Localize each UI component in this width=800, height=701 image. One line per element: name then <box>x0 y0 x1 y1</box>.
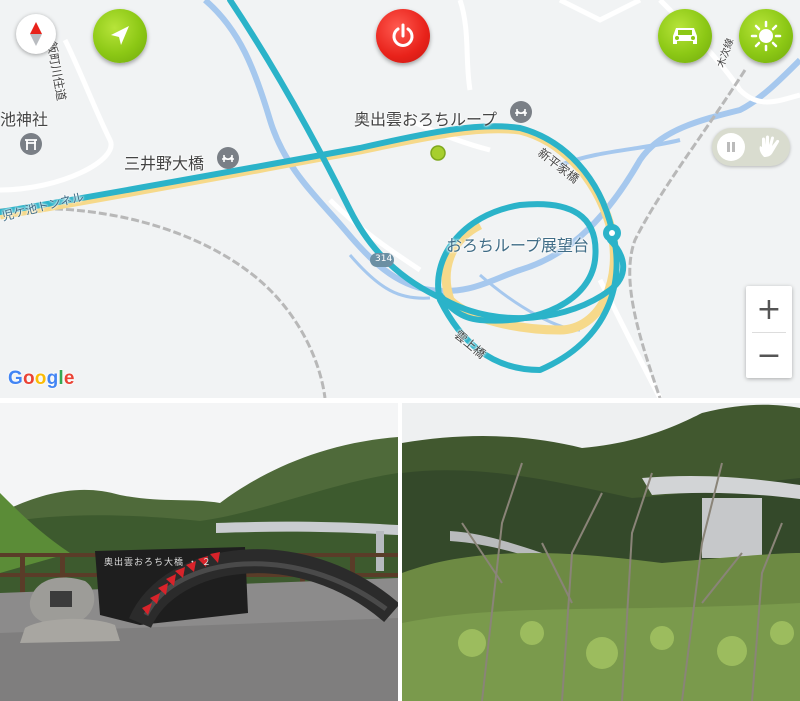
google-letter-o2: o <box>34 368 47 389</box>
car-icon <box>673 28 697 44</box>
photo-monument[interactable]: 奥出雲おろち大橋 ・ ２ <box>0 403 398 701</box>
app-root: 飯町川住道 池神社 三井野大橋 奥出雲おろちループ 新平家橋 おろちループ展望台… <box>0 0 800 701</box>
monument-sign-text: 奥出雲おろち大橋 ・ ２ <box>104 558 212 568</box>
google-letter-g: G <box>8 368 23 389</box>
zoom-divider <box>752 332 786 333</box>
photo-bridge[interactable] <box>402 403 800 701</box>
power-button[interactable] <box>376 9 430 63</box>
map-view[interactable]: 飯町川住道 池神社 三井野大橋 奥出雲おろちループ 新平家橋 おろちループ展望台… <box>0 0 800 398</box>
loop-bridge-icon <box>510 101 532 123</box>
bridge-glyph-icon-2 <box>515 109 527 116</box>
route-number-label: 314 <box>375 254 393 264</box>
google-letter-e: e <box>63 368 75 389</box>
navigation-arrow-icon <box>111 26 129 45</box>
route-track <box>0 0 627 373</box>
observatory-label: おろちループ展望台 <box>446 236 590 255</box>
pause-icon <box>727 142 735 152</box>
railway-right <box>628 69 747 398</box>
torii-icon <box>25 139 37 150</box>
gesture-toggle[interactable] <box>712 128 790 166</box>
brightness-button[interactable] <box>739 9 793 63</box>
mitsui-bridge-label: 三井野大橋 <box>124 154 205 173</box>
google-letter-g2: g <box>46 368 59 389</box>
car-mode-button[interactable] <box>658 9 712 63</box>
compass-button[interactable] <box>16 14 56 54</box>
navigate-button[interactable] <box>93 9 147 63</box>
zoom-control: + − <box>746 286 792 378</box>
bridge-icon <box>217 147 239 169</box>
shrine-label: 池神社 <box>0 110 49 129</box>
current-location-dot <box>430 145 446 161</box>
monument-photo-image <box>0 403 398 701</box>
compass-icon <box>30 22 42 46</box>
shrine-icon <box>20 133 42 155</box>
pause-knob[interactable] <box>717 133 745 161</box>
google-attribution: Google <box>8 368 75 390</box>
bridge-photo-image <box>402 403 800 701</box>
bridge-glyph-icon <box>222 155 234 162</box>
sun-icon <box>750 20 782 52</box>
google-letter-o1: o <box>22 368 35 389</box>
power-icon <box>392 23 414 47</box>
zoom-out-button[interactable]: − <box>746 332 792 378</box>
hand-icon <box>759 135 780 157</box>
loop-name-label: 奥出雲おろちループ <box>354 110 498 129</box>
zoom-in-button[interactable]: + <box>746 286 792 332</box>
